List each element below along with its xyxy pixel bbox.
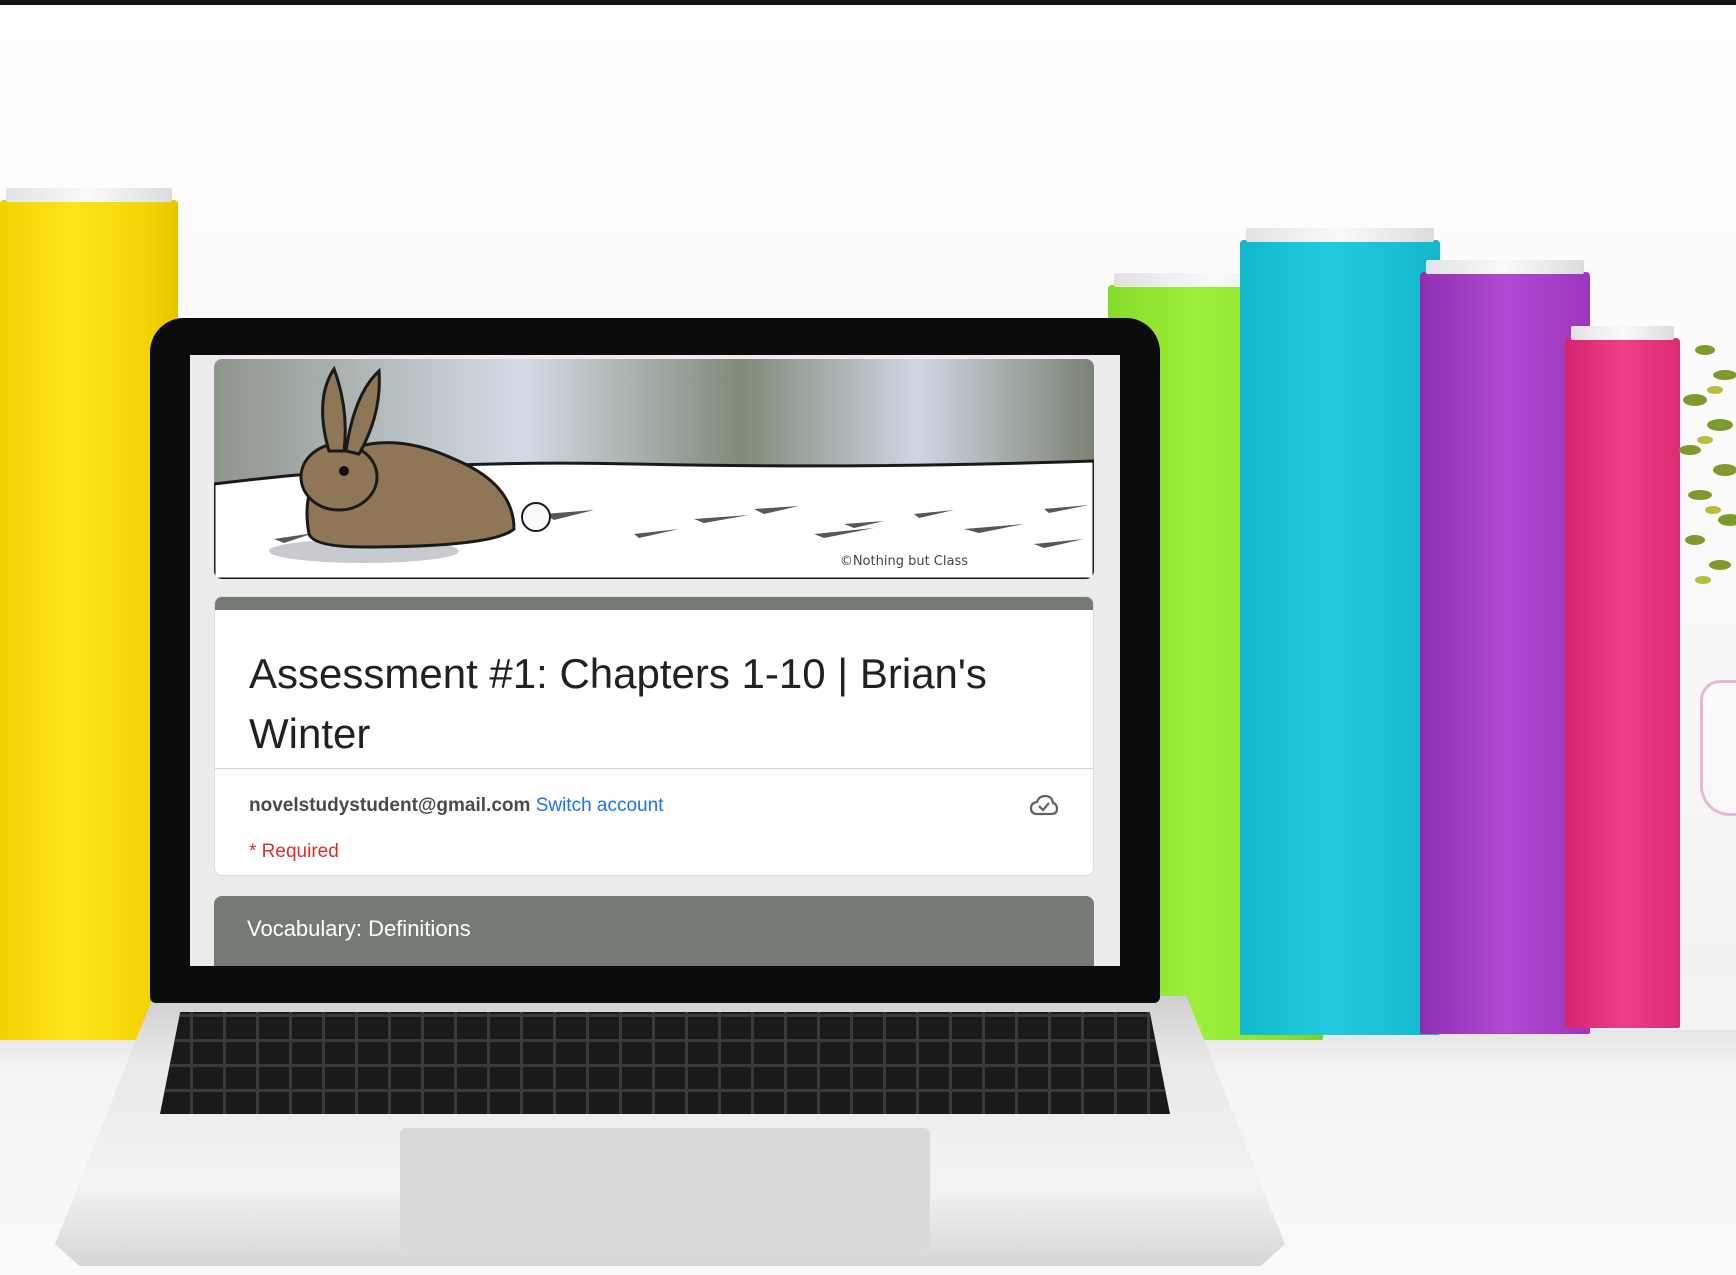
header-banner-image: ©Nothing but Class bbox=[214, 359, 1094, 579]
section-title: Vocabulary: Definitions bbox=[247, 916, 471, 941]
divider bbox=[215, 768, 1093, 769]
trackpad bbox=[400, 1128, 930, 1250]
keyboard bbox=[160, 1012, 1170, 1114]
card-accent-bar bbox=[215, 597, 1093, 610]
form-header-card: Assessment #1: Chapters 1-10 | Brian's W… bbox=[214, 596, 1094, 876]
switch-account-link[interactable]: Switch account bbox=[536, 795, 664, 816]
account-email: novelstudystudent@gmail.com bbox=[249, 795, 531, 816]
plant-pot bbox=[1700, 680, 1736, 816]
rabbit-in-snow-illustration bbox=[214, 359, 1094, 579]
form-title: Assessment #1: Chapters 1-10 | Brian's W… bbox=[249, 650, 987, 757]
required-note: * Required bbox=[249, 841, 339, 862]
laptop-screen: ©Nothing but Class Assessment #1: Chapte… bbox=[190, 355, 1120, 966]
cloud-check-icon[interactable] bbox=[1029, 793, 1059, 819]
plant-icon bbox=[1679, 345, 1736, 584]
account-row: novelstudystudent@gmail.com Switch accou… bbox=[249, 793, 1059, 823]
image-credit: ©Nothing but Class bbox=[839, 554, 968, 569]
pink-book bbox=[1565, 326, 1680, 1028]
section-header: Vocabulary: Definitions bbox=[214, 896, 1094, 966]
cyan-book bbox=[1240, 228, 1440, 1035]
